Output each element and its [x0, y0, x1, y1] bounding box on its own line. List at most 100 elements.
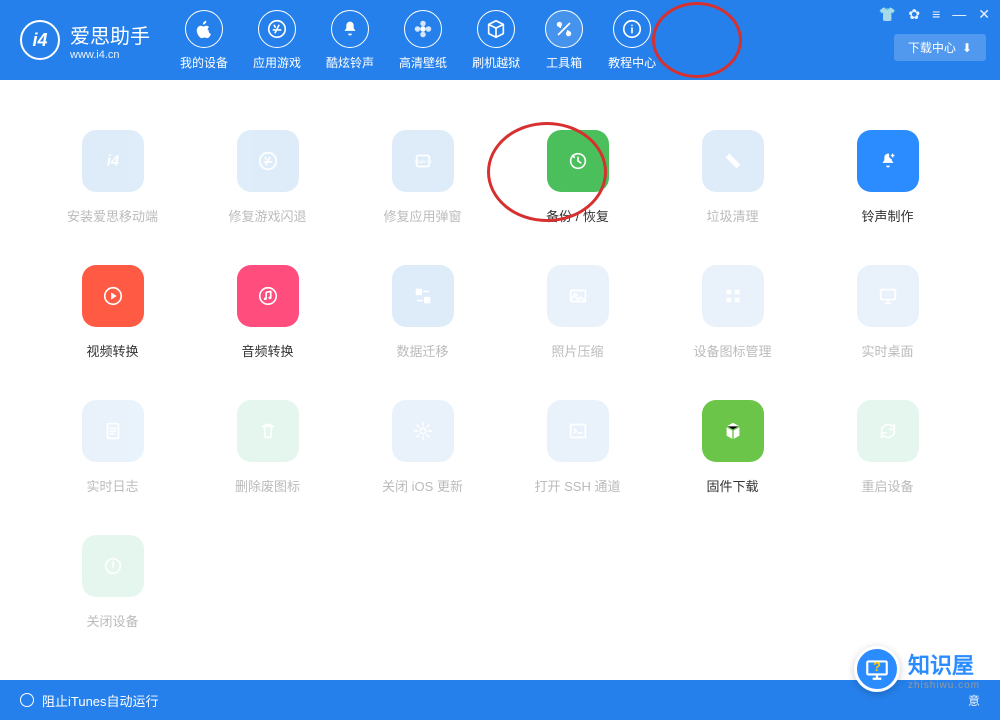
tool-appstore[interactable]: 修复游戏闪退 [205, 130, 330, 225]
tools-icon [545, 10, 583, 48]
tool-doc[interactable]: 实时日志 [50, 400, 175, 495]
tool-power[interactable]: 关闭设备 [50, 535, 175, 630]
nav-item-box[interactable]: 刷机越狱 [472, 10, 520, 71]
tool-i4[interactable]: i4 安装爱思移动端 [50, 130, 175, 225]
tool-label: 数据迁移 [396, 341, 448, 360]
nav-item-flower[interactable]: 高清壁纸 [399, 10, 447, 71]
app-header: i4 爱思助手 www.i4.cn 我的设备 应用游戏 酷炫铃声 高清壁纸 刷机… [0, 0, 1000, 80]
power-icon [82, 535, 144, 597]
flower-icon [404, 10, 442, 48]
tool-gear[interactable]: 关闭 iOS 更新 [360, 400, 485, 495]
tool-cube[interactable]: 固件下载 [670, 400, 795, 495]
i4-icon: i4 [82, 130, 144, 192]
watermark-text-group: 知识屋 zhishiwu.com [908, 648, 980, 691]
highlight-circle-toolbox [652, 2, 742, 78]
tool-reload[interactable]: 重启设备 [825, 400, 950, 495]
main-nav: 我的设备 应用游戏 酷炫铃声 高清壁纸 刷机越狱 工具箱 教程中心 [180, 10, 656, 71]
tool-bellplus[interactable]: 铃声制作 [825, 130, 950, 225]
trash-icon [237, 400, 299, 462]
nav-item-tools[interactable]: 工具箱 [545, 10, 583, 71]
doc-icon [82, 400, 144, 462]
nav-label: 酷炫铃声 [326, 54, 374, 71]
tool-music[interactable]: 音频转换 [205, 265, 330, 360]
cube-icon [702, 400, 764, 462]
nav-label: 高清壁纸 [399, 54, 447, 71]
tool-clean[interactable]: 垃圾清理 [670, 130, 795, 225]
tool-grid[interactable]: 设备图标管理 [670, 265, 795, 360]
appstore-icon [237, 130, 299, 192]
prevent-itunes-label: 阻止iTunes自动运行 [42, 691, 159, 710]
photo-icon [547, 265, 609, 327]
restore-icon [547, 130, 609, 192]
reload-icon [857, 400, 919, 462]
appleid-icon: Apple ID [392, 130, 454, 192]
settings-icon[interactable]: ✿ [908, 6, 920, 23]
ssh-icon [547, 400, 609, 462]
menu-icon[interactable]: ≡ [932, 6, 940, 23]
nav-item-info[interactable]: 教程中心 [608, 10, 656, 71]
clean-icon [702, 130, 764, 192]
play-icon [82, 265, 144, 327]
download-center-button[interactable]: 下载中心 ⬇ [894, 34, 986, 61]
monitor-icon [857, 265, 919, 327]
tool-label: 安装爱思移动端 [67, 206, 158, 225]
minimize-button[interactable]: — [952, 6, 966, 23]
tool-photo[interactable]: 照片压缩 [515, 265, 640, 360]
grid-icon [702, 265, 764, 327]
logo-icon: i4 [20, 20, 60, 60]
window-controls: 👕 ✿ ≡ — ✕ [879, 6, 990, 23]
watermark: ? 知识屋 zhishiwu.com [854, 646, 980, 692]
nav-label: 教程中心 [608, 54, 656, 71]
svg-text:Apple ID: Apple ID [414, 159, 432, 164]
prevent-itunes-toggle[interactable]: 阻止iTunes自动运行 [20, 691, 159, 710]
tool-label: 打开 SSH 通道 [535, 476, 621, 495]
tool-label: 音频转换 [241, 341, 293, 360]
content-area: i4 安装爱思移动端 修复游戏闪退 Apple ID 修复应用弹窗 备份 / 恢复… [0, 80, 1000, 680]
nav-label: 我的设备 [180, 54, 228, 71]
tool-ssh[interactable]: 打开 SSH 通道 [515, 400, 640, 495]
download-icon: ⬇ [962, 41, 972, 55]
tool-label: 铃声制作 [861, 206, 913, 225]
apple-icon [185, 10, 223, 48]
transfer-icon [392, 265, 454, 327]
logo-area: i4 爱思助手 www.i4.cn [20, 20, 150, 61]
download-center-label: 下载中心 [908, 39, 956, 56]
watermark-text: 知识屋 [908, 648, 980, 680]
bell-icon [331, 10, 369, 48]
tool-label: 关闭 iOS 更新 [382, 476, 463, 495]
tool-label: 固件下载 [706, 476, 758, 495]
footer-bar: 阻止iTunes自动运行 意 [0, 680, 1000, 720]
tool-label: 备份 / 恢复 [546, 206, 609, 225]
shirt-icon[interactable]: 👕 [879, 6, 896, 23]
nav-label: 刷机越狱 [472, 54, 520, 71]
nav-item-apple[interactable]: 我的设备 [180, 10, 228, 71]
nav-label: 工具箱 [546, 54, 582, 71]
app-title: 爱思助手 [70, 20, 150, 49]
tool-label: 实时桌面 [861, 341, 913, 360]
tool-restore[interactable]: 备份 / 恢复 [515, 130, 640, 225]
tool-monitor[interactable]: 实时桌面 [825, 265, 950, 360]
tool-label: 删除废图标 [235, 476, 300, 495]
box-icon [477, 10, 515, 48]
tool-play[interactable]: 视频转换 [50, 265, 175, 360]
watermark-badge-icon: ? [854, 646, 900, 692]
close-button[interactable]: ✕ [978, 6, 990, 23]
music-icon [237, 265, 299, 327]
tool-label: 照片压缩 [551, 341, 603, 360]
tool-label: 修复游戏闪退 [228, 206, 306, 225]
bellplus-icon [857, 130, 919, 192]
nav-item-appstore[interactable]: 应用游戏 [253, 10, 301, 71]
appstore-icon [258, 10, 296, 48]
tool-label: 垃圾清理 [706, 206, 758, 225]
watermark-sub: zhishiwu.com [908, 680, 980, 691]
tool-label: 实时日志 [86, 476, 138, 495]
tool-transfer[interactable]: 数据迁移 [360, 265, 485, 360]
nav-item-bell[interactable]: 酷炫铃声 [326, 10, 374, 71]
footer-right-hint: 意 [968, 692, 980, 709]
tool-appleid[interactable]: Apple ID 修复应用弹窗 [360, 130, 485, 225]
tool-label: 重启设备 [861, 476, 913, 495]
svg-text:?: ? [873, 659, 881, 674]
radio-icon [20, 693, 34, 707]
tool-trash[interactable]: 删除废图标 [205, 400, 330, 495]
info-icon [613, 10, 651, 48]
